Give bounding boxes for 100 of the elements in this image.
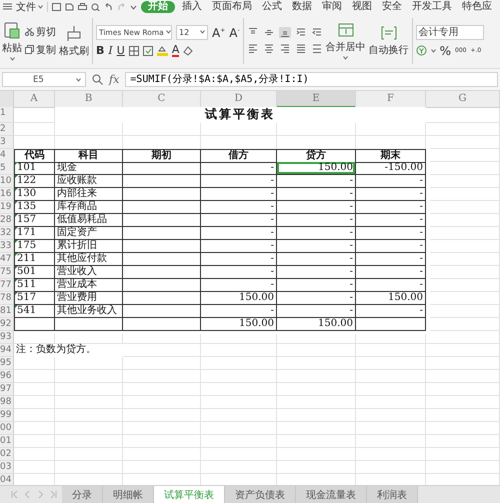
row-header[interactable]: 95 <box>0 357 14 370</box>
row-header[interactable]: 75 <box>0 266 14 279</box>
wrap-text-button[interactable]: 自动换行 <box>368 24 409 56</box>
underline-button[interactable]: U <box>116 44 125 56</box>
row-header[interactable]: 97 <box>0 383 14 396</box>
column-header[interactable]: G <box>426 91 500 108</box>
shrink-font-button[interactable]: A$^{-}$ <box>229 25 240 39</box>
ribbon-tab[interactable]: 开发工具 <box>409 0 455 12</box>
bold-button[interactable]: B <box>96 44 104 56</box>
ribbon-tab[interactable]: 页面布局 <box>209 0 255 12</box>
save-icon[interactable] <box>52 2 61 10</box>
sheet-tab[interactable]: 资产负债表 <box>225 486 296 503</box>
percent-button[interactable]: % <box>440 44 452 56</box>
row-header[interactable]: 77 <box>0 279 14 292</box>
ribbon-tab[interactable]: 开始 <box>141 0 175 12</box>
preview-icon[interactable] <box>91 2 100 10</box>
ribbon-tab[interactable]: 视图 <box>349 0 375 12</box>
row-header[interactable]: 47 <box>0 253 14 266</box>
row-header[interactable]: 04 <box>0 474 14 485</box>
align-center-icon[interactable] <box>262 43 275 54</box>
align-bottom-icon[interactable] <box>278 27 291 38</box>
row-header[interactable]: 5 <box>0 162 14 175</box>
ribbon-tab[interactable]: 公式 <box>259 0 285 12</box>
font-color-button[interactable]: A <box>172 44 180 56</box>
sheet-tab[interactable]: 试算平衡表 <box>154 486 225 503</box>
row-header[interactable]: 4 <box>0 149 14 163</box>
align-middle-icon[interactable] <box>262 27 275 38</box>
row-header[interactable]: 02 <box>0 448 14 461</box>
file-menu[interactable]: 文件 <box>16 0 43 13</box>
caret-icon[interactable] <box>200 30 205 34</box>
row-header[interactable]: 93 <box>0 331 14 344</box>
row-header[interactable]: 3 <box>0 136 14 149</box>
caret-icon[interactable] <box>38 4 43 8</box>
row-header[interactable]: 00 <box>0 422 14 435</box>
sheet-tab[interactable]: 利润表 <box>367 486 418 503</box>
row-header[interactable]: 2 <box>0 123 14 136</box>
currency-icon[interactable] <box>416 45 427 56</box>
row-header[interactable]: 99 <box>0 409 14 422</box>
sheet-tab[interactable]: 明细帐 <box>103 486 154 503</box>
italic-button[interactable]: I <box>108 44 113 56</box>
sheet-tab[interactable]: 现金流量表 <box>296 486 367 503</box>
eraser-icon[interactable] <box>183 46 194 56</box>
export-icon[interactable] <box>65 2 74 10</box>
sheet-tab[interactable]: 分录 <box>62 486 103 503</box>
column-header[interactable]: F <box>356 91 426 108</box>
column-header[interactable]: D <box>201 91 277 108</box>
caret-icon[interactable] <box>343 56 348 60</box>
column-header[interactable]: C <box>123 91 201 108</box>
row-header[interactable]: 1 <box>0 107 14 123</box>
ribbon-tab[interactable]: 插入 <box>179 0 205 12</box>
row-header[interactable]: 16 <box>0 188 14 201</box>
row-header[interactable]: 78 <box>0 292 14 305</box>
copy-button[interactable]: 复制 <box>25 42 56 56</box>
justify-icon[interactable] <box>294 43 307 54</box>
row-header[interactable]: 03 <box>0 461 14 474</box>
row-header[interactable]: 96 <box>0 370 14 383</box>
column-header[interactable]: B <box>55 91 123 108</box>
font-size-field[interactable]: 12 <box>176 24 208 40</box>
ribbon-tab[interactable]: 审阅 <box>319 0 345 12</box>
row-header[interactable]: 81 <box>0 305 14 318</box>
caret-icon[interactable] <box>166 30 171 34</box>
column-header[interactable]: E <box>277 91 356 108</box>
shading-icon[interactable] <box>142 46 153 56</box>
border-icon[interactable] <box>128 46 139 56</box>
wrap-text-icon[interactable] <box>380 24 397 40</box>
row-header[interactable]: 94 <box>0 344 14 357</box>
menu-icon[interactable] <box>3 3 12 10</box>
format-painter-button[interactable]: 格式刷 <box>59 24 89 58</box>
row-header[interactable]: 28 <box>0 214 14 227</box>
ribbon-tab[interactable]: 特色应 <box>459 0 495 12</box>
print-icon[interactable] <box>78 2 87 10</box>
number-format-field[interactable]: 会计专用 <box>416 24 484 40</box>
row-header[interactable]: 32 <box>0 227 14 240</box>
row-header[interactable]: 01 <box>0 435 14 448</box>
caret-icon[interactable] <box>76 78 81 82</box>
align-left-icon[interactable] <box>246 43 259 54</box>
function-button[interactable]: fx <box>109 73 120 86</box>
fill-color-icon[interactable] <box>156 45 168 56</box>
undo-icon[interactable] <box>104 2 113 10</box>
merge-button[interactable]: 合并居中 <box>326 22 366 60</box>
column-header[interactable]: A <box>14 91 55 108</box>
row-header[interactable]: 19 <box>0 201 14 214</box>
row-header[interactable]: 33 <box>0 240 14 253</box>
cut-button[interactable]: 剪切 <box>25 24 56 38</box>
row-header[interactable]: 98 <box>0 396 14 409</box>
grow-font-button[interactable]: A$^{+}$ <box>212 25 226 39</box>
name-box[interactable]: E5 <box>2 72 86 87</box>
align-right-icon[interactable] <box>278 43 291 54</box>
ribbon-tab[interactable]: 安全 <box>379 0 405 12</box>
indent-icon[interactable] <box>294 27 307 38</box>
paste-button[interactable]: 粘贴 <box>2 20 22 60</box>
zoom-icon[interactable] <box>92 74 103 85</box>
distribute-icon[interactable] <box>310 43 323 54</box>
merge-cells-icon[interactable] <box>338 22 354 38</box>
clipboard-icon[interactable] <box>4 20 20 38</box>
brush-icon[interactable] <box>66 24 82 42</box>
caret-icon[interactable] <box>10 56 14 60</box>
ribbon-tab[interactable]: 数据 <box>289 0 315 12</box>
formula-field[interactable]: =SUMIF(分录!$A:$A,$A5,分录!I:I) <box>125 72 498 87</box>
row-header[interactable]: 10 <box>0 175 14 188</box>
